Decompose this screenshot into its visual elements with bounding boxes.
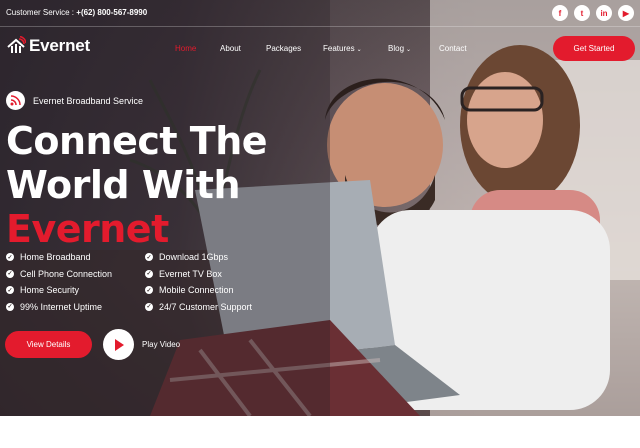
list-item: ✓ Evernet TV Box [145, 266, 252, 283]
list-item: ✓ Download 1Gbps [145, 249, 252, 266]
chevron-down-icon: ⌄ [406, 47, 412, 53]
check-icon: ✓ [145, 269, 153, 278]
list-item: ✓ Home Security [6, 282, 112, 299]
nav-item-blog[interactable]: Blog ⌄ [388, 44, 411, 53]
twitter-icon[interactable]: t [574, 5, 590, 21]
feature-label: Home Security [20, 285, 80, 296]
nav-item-contact[interactable]: Contact [439, 44, 467, 53]
features-list-left: ✓ Home Broadband ✓ Cell Phone Connection ✓… [6, 249, 112, 315]
list-item: ✓ Mobile Connection [145, 282, 252, 299]
nav-item-features[interactable]: Features ⌄ [323, 44, 362, 53]
chevron-down-icon: ⌄ [356, 47, 362, 53]
facebook-icon[interactable]: f [552, 5, 568, 21]
list-item: ✓ Home Broadband [6, 249, 112, 266]
feature-label: 99% Internet Uptime [20, 301, 103, 312]
list-item: ✓ Cell Phone Connection [6, 266, 112, 283]
headline-line-3: Evernet [6, 207, 169, 251]
check-icon: ✓ [6, 286, 14, 295]
nav-item-packages[interactable]: Packages [266, 44, 301, 53]
top-bar: Customer Service : +(62) 800-567-8990 f … [0, 0, 640, 27]
service-tag: Evernet Broadband Service [6, 91, 143, 110]
customer-service-phone[interactable]: +(62) 800-567-8990 [76, 8, 147, 17]
check-icon: ✓ [145, 286, 153, 295]
check-icon: ✓ [6, 269, 14, 278]
nav-item-blog-label: Blog [388, 44, 405, 53]
social-links: f t in ▶ [552, 5, 634, 21]
list-item: ✓ 99% Internet Uptime [6, 299, 112, 316]
check-icon: ✓ [6, 302, 14, 311]
view-details-button[interactable]: View Details [5, 331, 92, 358]
nav-item-home[interactable]: Home [175, 44, 196, 53]
check-icon: ✓ [6, 253, 14, 262]
headline-line-1: Connect The [6, 119, 268, 163]
nav-item-features-label: Features [323, 44, 355, 53]
logo-text: Evernet [29, 36, 90, 55]
feature-label: Home Broadband [20, 252, 91, 263]
feature-label: Evernet TV Box [159, 268, 222, 279]
features-list-right: ✓ Download 1Gbps ✓ Evernet TV Box ✓ Mobile … [145, 249, 252, 315]
get-started-button[interactable]: Get Started [553, 36, 635, 61]
rss-icon [6, 91, 25, 110]
nav-item-about[interactable]: About [220, 44, 241, 53]
service-tag-label: Evernet Broadband Service [33, 95, 144, 106]
hero-section: Customer Service : +(62) 800-567-8990 f … [0, 0, 640, 416]
feature-label: 24/7 Customer Support [159, 301, 253, 312]
play-video-button[interactable]: Play Video [103, 329, 180, 360]
play-icon[interactable] [103, 329, 134, 360]
house-wifi-icon [7, 36, 26, 53]
linkedin-icon[interactable]: in [596, 5, 612, 21]
feature-label: Mobile Connection [159, 285, 234, 296]
customer-service-label: Customer Service : [6, 8, 75, 17]
logo[interactable]: Evernet [6, 36, 90, 56]
youtube-icon[interactable]: ▶ [618, 5, 634, 21]
feature-label: Download 1Gbps [159, 252, 229, 263]
list-item: ✓ 24/7 Customer Support [145, 299, 252, 316]
play-video-label: Play Video [142, 340, 181, 349]
feature-label: Cell Phone Connection [20, 268, 113, 279]
check-icon: ✓ [145, 302, 153, 311]
check-icon: ✓ [145, 253, 153, 262]
headline-line-2: World With [6, 163, 241, 207]
customer-service-info: Customer Service : +(62) 800-567-8990 [6, 8, 147, 17]
hero-headline: Connect The World With Evernet [6, 119, 268, 251]
